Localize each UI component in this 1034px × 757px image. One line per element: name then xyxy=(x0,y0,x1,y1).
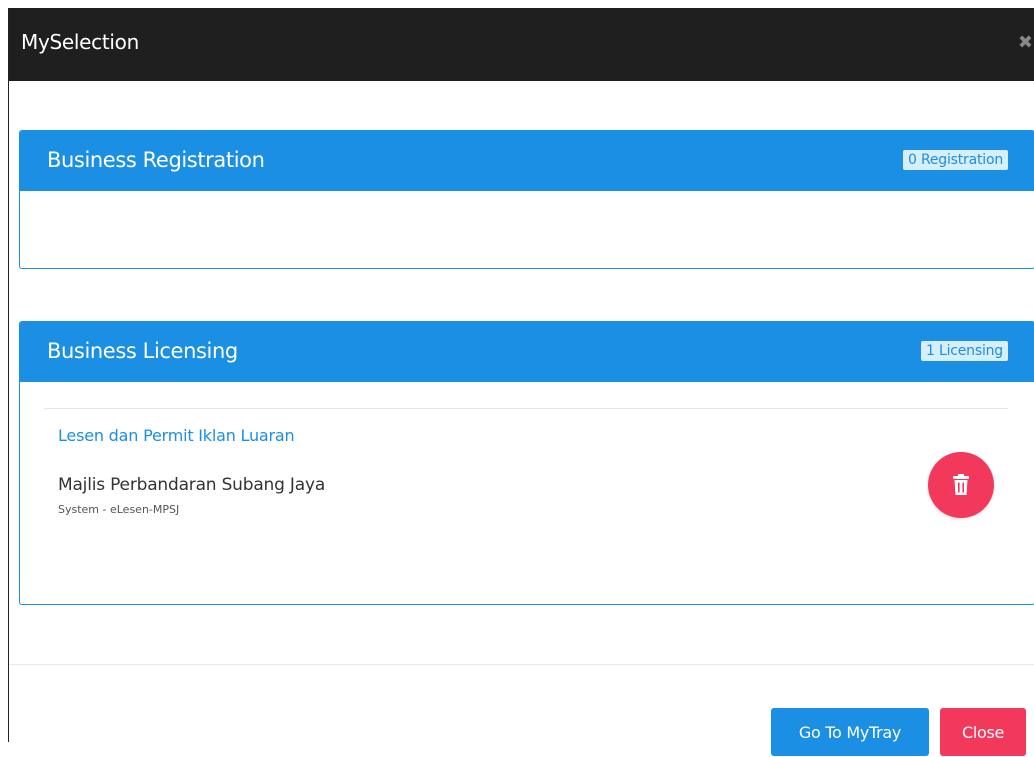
license-agency: Majlis Perbandaran Subang Jaya xyxy=(58,475,326,495)
licensing-count-badge: 1 Licensing xyxy=(921,341,1008,361)
item-divider xyxy=(44,408,1008,409)
trash-icon xyxy=(953,474,969,495)
business-licensing-panel: Business Licensing 1 Licensing Lesen dan… xyxy=(19,321,1034,605)
business-registration-panel: Business Registration 0 Registration xyxy=(19,130,1034,269)
registration-count-badge: 0 Registration xyxy=(903,150,1008,170)
my-selection-modal: MySelection ✖ Business Registration 0 Re… xyxy=(8,8,1034,742)
footer-divider xyxy=(9,664,1034,665)
close-button[interactable]: Close xyxy=(940,708,1026,756)
go-to-mytray-button[interactable]: Go To MyTray xyxy=(771,708,929,756)
license-system: System - eLesen-MPSJ xyxy=(58,503,180,516)
panel-title: Business Registration xyxy=(47,148,265,172)
modal-title: MySelection xyxy=(21,30,139,54)
panel-title: Business Licensing xyxy=(47,339,238,363)
delete-item-button[interactable] xyxy=(928,452,994,518)
panel-header: Business Registration 0 Registration xyxy=(20,131,1034,191)
license-item-link[interactable]: Lesen dan Permit Iklan Luaran xyxy=(58,426,295,445)
close-icon[interactable]: ✖ xyxy=(1018,32,1033,53)
modal-header: MySelection ✖ xyxy=(9,8,1034,81)
panel-header: Business Licensing 1 Licensing xyxy=(20,322,1034,382)
